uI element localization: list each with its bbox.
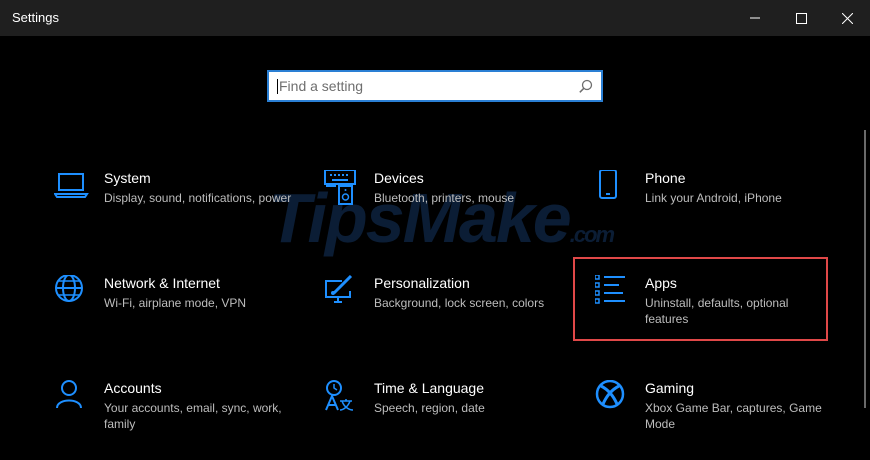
- close-icon: [841, 12, 853, 24]
- text-caret: [277, 79, 278, 94]
- tile-gaming[interactable]: Gaming Xbox Game Bar, captures, Game Mod…: [595, 380, 845, 460]
- scrollbar[interactable]: [864, 130, 866, 408]
- tile-accounts[interactable]: Accounts Your accounts, email, sync, wor…: [54, 380, 304, 460]
- maximize-icon: [795, 12, 807, 24]
- tile-devices[interactable]: Devices Bluetooth, printers, mouse: [324, 170, 574, 250]
- tile-phone[interactable]: Phone Link your Android, iPhone: [595, 170, 845, 250]
- tile-description: Your accounts, email, sync, work, family: [104, 401, 282, 431]
- tile-description: Xbox Game Bar, captures, Game Mode: [645, 401, 822, 431]
- tile-system[interactable]: System Display, sound, notifications, po…: [54, 170, 304, 250]
- phone-icon: [599, 170, 617, 199]
- tile-title: Time & Language: [374, 380, 484, 396]
- tile-network-internet[interactable]: Network & Internet Wi-Fi, airplane mode,…: [54, 275, 304, 355]
- tile-title: Network & Internet: [104, 275, 220, 291]
- apps-highlight-box: [573, 257, 828, 341]
- title-bar: Settings: [0, 0, 870, 36]
- tile-title: Phone: [645, 170, 686, 186]
- tile-description: Background, lock screen, colors: [374, 296, 545, 310]
- tile-description: Speech, region, date: [374, 401, 485, 415]
- tile-description: Link your Android, iPhone: [645, 191, 782, 205]
- window-title: Settings: [12, 10, 59, 25]
- time-language-icon: [325, 380, 354, 411]
- xbox-icon: [595, 380, 625, 409]
- tile-title: Personalization: [374, 275, 470, 291]
- monitor-brush-icon: [325, 275, 353, 303]
- search-input[interactable]: [279, 72, 569, 100]
- search-box[interactable]: [267, 70, 603, 102]
- tile-description: Wi-Fi, airplane mode, VPN: [104, 296, 247, 310]
- person-icon: [56, 380, 82, 409]
- tile-description: Display, sound, notifications, power: [104, 191, 292, 205]
- laptop-icon: [54, 173, 89, 198]
- tile-description: Bluetooth, printers, mouse: [374, 191, 515, 205]
- tile-personalization[interactable]: Personalization Background, lock screen,…: [324, 275, 574, 355]
- search-icon[interactable]: [579, 79, 593, 93]
- minimize-icon: [750, 17, 760, 19]
- minimize-button[interactable]: [732, 0, 778, 36]
- maximize-button[interactable]: [778, 0, 824, 36]
- tile-title: Gaming: [645, 380, 695, 396]
- keyboard-speaker-icon: [324, 170, 356, 205]
- tile-title: Accounts: [104, 380, 162, 396]
- tile-time-language[interactable]: Time & Language Speech, region, date: [324, 380, 574, 460]
- tile-title: Devices: [374, 170, 424, 186]
- tile-title: System: [104, 170, 151, 186]
- globe-icon: [55, 275, 83, 302]
- close-button[interactable]: [824, 0, 870, 36]
